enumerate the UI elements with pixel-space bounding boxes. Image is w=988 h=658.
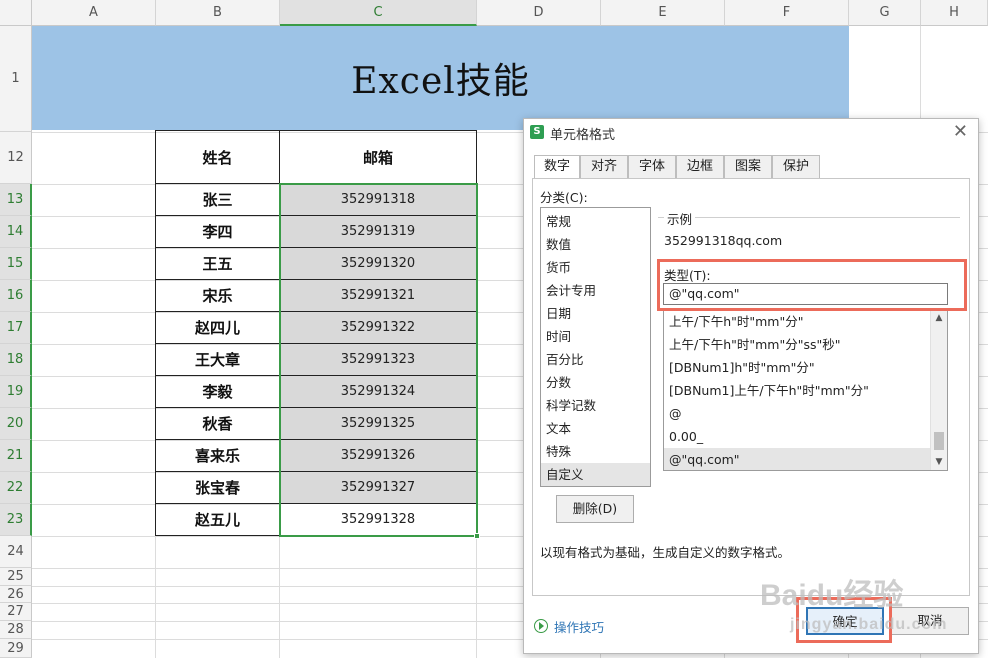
tab-border[interactable]: 边框 <box>676 155 724 179</box>
column-header-g[interactable]: G <box>849 0 921 26</box>
delete-button[interactable]: 删除(D) <box>556 495 634 523</box>
scroll-up-icon[interactable]: ▲ <box>931 310 947 326</box>
category-item[interactable]: 数值 <box>541 233 650 256</box>
name-cell[interactable]: 赵五儿 <box>156 504 280 536</box>
play-circle-icon <box>534 619 548 633</box>
category-item[interactable]: 常规 <box>541 210 650 233</box>
tips-link-label: 操作技巧 <box>554 619 605 635</box>
category-item[interactable]: 时间 <box>541 325 650 348</box>
category-label: 分类(C): <box>540 190 588 205</box>
row-header-25[interactable]: 25 <box>0 568 32 586</box>
column-header-d[interactable]: D <box>477 0 601 26</box>
name-cell[interactable]: 张三 <box>156 184 280 216</box>
name-cell[interactable]: 王大章 <box>156 344 280 376</box>
category-item[interactable]: 会计专用 <box>541 279 650 302</box>
column-header-a[interactable]: A <box>32 0 156 26</box>
fill-handle[interactable] <box>474 533 480 539</box>
row-header-17[interactable]: 17 <box>0 312 32 344</box>
header-cell-name[interactable]: 姓名 <box>156 131 280 184</box>
ok-button[interactable]: 确定 <box>806 607 884 635</box>
category-item[interactable]: 百分比 <box>541 348 650 371</box>
category-item[interactable]: 分数 <box>541 371 650 394</box>
name-cell[interactable]: 秋香 <box>156 408 280 440</box>
wps-logo-icon: S <box>530 125 544 139</box>
category-item[interactable]: 货币 <box>541 256 650 279</box>
category-item-selected[interactable]: 自定义 <box>541 463 650 486</box>
format-item[interactable]: 上午/下午h"时"mm"分" <box>664 310 931 333</box>
dialog-title: 单元格格式 <box>550 128 616 143</box>
row-header-27[interactable]: 27 <box>0 603 32 621</box>
column-header-h[interactable]: H <box>921 0 988 26</box>
name-cell[interactable]: 李毅 <box>156 376 280 408</box>
row-header-18[interactable]: 18 <box>0 344 32 376</box>
column-header-e[interactable]: E <box>601 0 725 26</box>
format-item[interactable]: 上午/下午h"时"mm"分"ss"秒" <box>664 333 931 356</box>
row-header-14[interactable]: 14 <box>0 216 32 248</box>
tab-alignment[interactable]: 对齐 <box>580 155 628 179</box>
tab-font[interactable]: 字体 <box>628 155 676 179</box>
name-cell[interactable]: 宋乐 <box>156 280 280 312</box>
row-header-13[interactable]: 13 <box>0 184 32 216</box>
row-header-24[interactable]: 24 <box>0 536 32 568</box>
corner-cell[interactable] <box>0 0 32 26</box>
dialog-titlebar[interactable]: S 单元格格式 ✕ <box>524 119 978 147</box>
cancel-button[interactable]: 取消 <box>891 607 969 635</box>
row-header-15[interactable]: 15 <box>0 248 32 280</box>
tab-protection[interactable]: 保护 <box>772 155 820 179</box>
type-input[interactable]: @"qq.com" <box>663 283 948 305</box>
format-item[interactable]: 0.00_ <box>664 425 931 448</box>
format-list-scrollbar[interactable]: ▲ ▼ <box>930 310 947 470</box>
sample-label: 示例 <box>664 209 696 228</box>
row-header-16[interactable]: 16 <box>0 280 32 312</box>
row-header-21[interactable]: 21 <box>0 440 32 472</box>
name-cell[interactable]: 张宝春 <box>156 472 280 504</box>
name-cell[interactable]: 赵四儿 <box>156 312 280 344</box>
tips-link[interactable]: 操作技巧 <box>534 617 604 635</box>
tab-pattern[interactable]: 图案 <box>724 155 772 179</box>
name-cell[interactable]: 王五 <box>156 248 280 280</box>
category-item[interactable]: 文本 <box>541 417 650 440</box>
format-item[interactable]: [DBNum1]h"时"mm"分" <box>664 356 931 379</box>
row-header-12[interactable]: 12 <box>0 132 32 184</box>
name-cell[interactable]: 喜来乐 <box>156 440 280 472</box>
format-item[interactable]: [DBNum1]上午/下午h"时"mm"分" <box>664 379 931 402</box>
row-header-23[interactable]: 23 <box>0 504 32 536</box>
header-cell-email[interactable]: 邮箱 <box>280 131 477 184</box>
format-item[interactable]: @ <box>664 402 931 425</box>
category-list[interactable]: 常规 数值 货币 会计专用 日期 时间 百分比 分数 科学记数 文本 特殊 自定… <box>540 207 651 487</box>
column-header-c[interactable]: C <box>280 0 477 26</box>
description-text: 以现有格式为基础，生成自定义的数字格式。 <box>540 545 791 560</box>
row-header-20[interactable]: 20 <box>0 408 32 440</box>
format-item-selected[interactable]: @"qq.com" <box>664 448 931 470</box>
tab-number[interactable]: 数字 <box>534 155 580 180</box>
format-cells-dialog: S 单元格格式 ✕ 数字 对齐 字体 边框 图案 保护 分类(C): 常规 数值… <box>523 118 979 654</box>
category-item[interactable]: 日期 <box>541 302 650 325</box>
row-header-29[interactable]: 29 <box>0 639 32 658</box>
column-header-b[interactable]: B <box>156 0 280 26</box>
selection-range-border <box>279 183 478 537</box>
sheet-title-cell[interactable]: Excel技能 <box>32 26 849 130</box>
format-code-list[interactable]: 上午/下午h"时"mm"分" 上午/下午h"时"mm"分"ss"秒" [DBNu… <box>663 309 948 471</box>
category-item[interactable]: 科学记数 <box>541 394 650 417</box>
row-header-1[interactable]: 1 <box>0 26 32 132</box>
sample-value: 352991318qq.com <box>664 233 783 248</box>
row-header-19[interactable]: 19 <box>0 376 32 408</box>
column-header-f[interactable]: F <box>725 0 849 26</box>
name-cell[interactable]: 李四 <box>156 216 280 248</box>
category-item[interactable]: 特殊 <box>541 440 650 463</box>
scrollbar-thumb[interactable] <box>934 432 944 450</box>
type-label: 类型(T): <box>664 268 711 283</box>
row-header-26[interactable]: 26 <box>0 586 32 603</box>
row-header-28[interactable]: 28 <box>0 621 32 639</box>
close-icon[interactable]: ✕ <box>953 121 968 142</box>
row-header-22[interactable]: 22 <box>0 472 32 504</box>
scroll-down-icon[interactable]: ▼ <box>931 454 947 470</box>
